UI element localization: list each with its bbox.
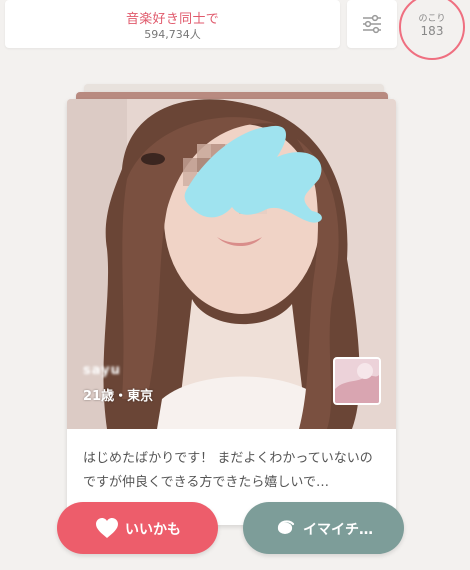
profile-photo[interactable]: sayu 21歳・東京 [67,99,396,429]
profile-age-location: 21歳・東京 [83,389,154,404]
sub-photo-illustration [335,359,379,403]
profile-card[interactable]: sayu 21歳・東京 はじめたばかりです！ まだよくわかっていないのですが仲良… [67,99,396,525]
community-title: 音楽好き同士で [125,12,220,27]
filter-button[interactable] [347,0,397,48]
remaining-counter: のこり 183 [399,0,465,60]
pass-button[interactable]: イマイチ… [243,502,404,554]
spiral-icon [277,520,295,534]
remaining-count: 183 [420,24,444,38]
like-button[interactable]: いいかも [57,502,218,554]
like-label: いいかも [125,522,181,538]
remaining-label: のこり [418,14,446,24]
community-banner[interactable]: 音楽好き同士で 594,734人 [5,0,340,48]
sliders-icon [363,14,381,34]
profile-bio: はじめたばかりです！ まだよくわかっていないのですが仲良くできる方できたら嬉しい… [83,451,373,490]
profile-name: sayu [83,363,121,378]
member-count: 594,734人 [144,28,201,41]
pass-label: イマイチ… [303,522,373,538]
profile-sub-photo[interactable] [333,357,381,405]
heart-icon [96,518,118,538]
